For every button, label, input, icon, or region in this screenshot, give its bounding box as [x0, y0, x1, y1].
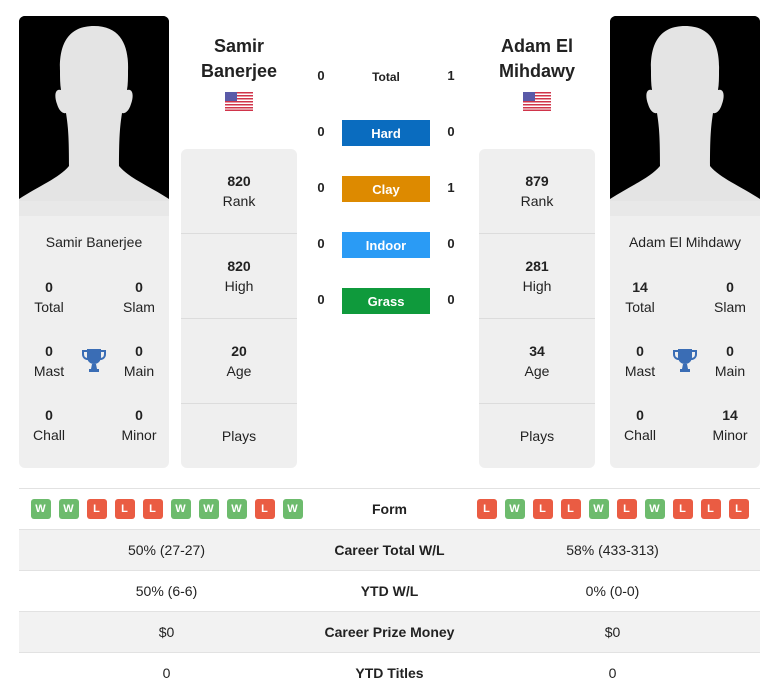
player1-plays: Plays — [221, 428, 257, 444]
form-loss-badge[interactable]: L — [616, 499, 637, 519]
player2-name-link[interactable]: Adam El Mihdawy — [467, 34, 607, 84]
h2h-total-label: Total — [372, 70, 400, 84]
form-loss-badge[interactable]: L — [476, 499, 497, 519]
player2-minor-titles: 14 Minor — [712, 407, 748, 443]
player2-info-panel: 879 Rank 281 High 34 Age Plays — [479, 149, 595, 468]
form-row: WWLLLWWWLW Form LWLLWLWLLL — [19, 488, 760, 529]
h2h-indoor-row: 0 Indoor 0 — [300, 232, 480, 258]
player1-total-titles: 0 Total — [34, 279, 64, 315]
table-row: 50% (6-6) YTD W/L 0% (0-0) — [19, 570, 760, 611]
player1-titles-card: Samir Banerjee 0 Total 0 Slam 0 Mast 0 M… — [19, 216, 169, 468]
player2-photo — [610, 16, 760, 216]
comparison-table: WWLLLWWWLW Form LWLLWLWLLL 50% (27-27) C… — [19, 488, 760, 693]
avatar-silhouette-icon — [610, 16, 760, 216]
player1-slam-titles: 0 Slam — [123, 279, 155, 315]
player2-plays: Plays — [519, 428, 555, 444]
form-win-badge[interactable]: W — [282, 499, 303, 519]
player1-form: WWLLLWWWLW — [19, 499, 314, 519]
surface-indoor-badge[interactable]: Indoor — [342, 232, 430, 258]
table-row: 0 YTD Titles 0 — [19, 652, 760, 693]
player2-high: 281 High — [479, 234, 595, 319]
player1-mast-titles: 0 Mast — [33, 343, 65, 379]
form-loss-badge[interactable]: L — [142, 499, 163, 519]
form-loss-badge[interactable]: L — [532, 499, 553, 519]
us-flag-icon — [225, 92, 253, 111]
table-row: $0 Career Prize Money $0 — [19, 611, 760, 652]
form-loss-badge[interactable]: L — [114, 499, 135, 519]
h2h-hard-row: 0 Hard 0 — [300, 120, 480, 146]
form-win-badge[interactable]: W — [198, 499, 219, 519]
form-loss-badge[interactable]: L — [86, 499, 107, 519]
form-win-badge[interactable]: W — [30, 499, 51, 519]
form-loss-badge[interactable]: L — [560, 499, 581, 519]
player1-info-panel: 820 Rank 820 High 20 Age Plays — [181, 149, 297, 468]
player1-photo — [19, 16, 169, 216]
player2-main-titles: 0 Main — [714, 343, 746, 379]
us-flag-icon — [523, 92, 551, 111]
form-loss-badge[interactable]: L — [728, 499, 749, 519]
form-loss-badge[interactable]: L — [672, 499, 693, 519]
player2-titles-card: Adam El Mihdawy 14 Total 0 Slam 0 Mast 0… — [610, 216, 760, 468]
player1-rank: 820 Rank — [181, 149, 297, 234]
player1-main-titles: 0 Main — [123, 343, 155, 379]
player1-high: 820 High — [181, 234, 297, 319]
player1-name-link[interactable]: Samir Banerjee — [169, 34, 309, 84]
table-row: 50% (27-27) Career Total W/L 58% (433-31… — [19, 529, 760, 570]
player2-rank: 879 Rank — [479, 149, 595, 234]
player2-full-name: Adam El Mihdawy — [628, 234, 742, 250]
player1-age: 20 Age — [181, 319, 297, 404]
surface-clay-badge[interactable]: Clay — [342, 176, 430, 202]
form-label: Form — [372, 501, 407, 517]
form-win-badge[interactable]: W — [58, 499, 79, 519]
h2h-grass-row: 0 Grass 0 — [300, 288, 480, 314]
player2-age: 34 Age — [479, 319, 595, 404]
player2-chall-titles: 0 Chall — [624, 407, 656, 443]
player2-mast-titles: 0 Mast — [624, 343, 656, 379]
h2h-total-row: 0 Total 1 — [300, 64, 480, 90]
player1-chall-titles: 0 Chall — [33, 407, 65, 443]
player2-slam-titles: 0 Slam — [714, 279, 746, 315]
form-win-badge[interactable]: W — [504, 499, 525, 519]
form-loss-badge[interactable]: L — [700, 499, 721, 519]
surface-hard-badge[interactable]: Hard — [342, 120, 430, 146]
player1-full-name: Samir Banerjee — [45, 234, 143, 250]
trophy-icon — [81, 347, 107, 373]
h2h-clay-row: 0 Clay 1 — [300, 176, 480, 202]
player1-minor-titles: 0 Minor — [121, 407, 157, 443]
surface-grass-badge[interactable]: Grass — [342, 288, 430, 314]
player2-form: LWLLWLWLLL — [465, 499, 760, 519]
avatar-silhouette-icon — [19, 16, 169, 216]
trophy-icon — [672, 347, 698, 373]
form-win-badge[interactable]: W — [226, 499, 247, 519]
form-win-badge[interactable]: W — [588, 499, 609, 519]
form-loss-badge[interactable]: L — [254, 499, 275, 519]
form-win-badge[interactable]: W — [644, 499, 665, 519]
player2-total-titles: 14 Total — [625, 279, 655, 315]
form-win-badge[interactable]: W — [170, 499, 191, 519]
